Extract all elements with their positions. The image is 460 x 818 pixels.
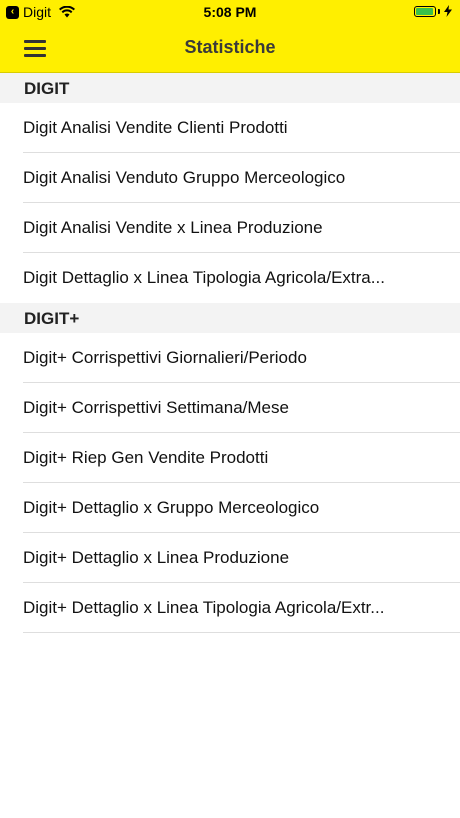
list-item[interactable]: Digit Analisi Vendite x Linea Produzione: [0, 203, 460, 253]
battery-level: [416, 7, 433, 15]
list-item[interactable]: Digit+ Dettaglio x Linea Tipologia Agric…: [0, 583, 460, 633]
section-digit-plus: DIGIT+ Digit+ Corrispettivi Giornalieri/…: [0, 303, 460, 633]
charging-bolt-icon: [444, 5, 452, 17]
list-item[interactable]: Digit Analisi Venduto Gruppo Merceologic…: [0, 153, 460, 203]
section-header: DIGIT+: [0, 303, 460, 333]
section-digit: DIGIT Digit Analisi Vendite Clienti Prod…: [0, 73, 460, 303]
list-item[interactable]: Digit+ Dettaglio x Linea Produzione: [0, 533, 460, 583]
list-item[interactable]: Digit Dettaglio x Linea Tipologia Agrico…: [0, 253, 460, 303]
battery-tip: [438, 8, 440, 14]
list-item[interactable]: Digit+ Corrispettivi Giornalieri/Periodo: [0, 333, 460, 383]
nav-bar: Statistiche: [0, 24, 460, 72]
list-item[interactable]: Digit+ Riep Gen Vendite Prodotti: [0, 433, 460, 483]
app-screen: ‹ Digit 5:08 PM Statistiche DIGIT Digit …: [0, 0, 460, 818]
list-item[interactable]: Digit+ Dettaglio x Gruppo Merceologico: [0, 483, 460, 533]
list-item[interactable]: Digit+ Corrispettivi Settimana/Mese: [0, 383, 460, 433]
battery-icon: [414, 5, 436, 17]
header-bar: ‹ Digit 5:08 PM Statistiche: [0, 0, 460, 73]
page-title: Statistiche: [184, 37, 276, 57]
section-header: DIGIT: [0, 73, 460, 103]
battery-indicator: [414, 5, 452, 17]
status-time: 5:08 PM: [203, 4, 257, 20]
statistics-list: DIGIT Digit Analisi Vendite Clienti Prod…: [0, 73, 460, 633]
status-bar: ‹ Digit 5:08 PM: [0, 0, 460, 24]
list-item[interactable]: Digit Analisi Vendite Clienti Prodotti: [0, 103, 460, 153]
